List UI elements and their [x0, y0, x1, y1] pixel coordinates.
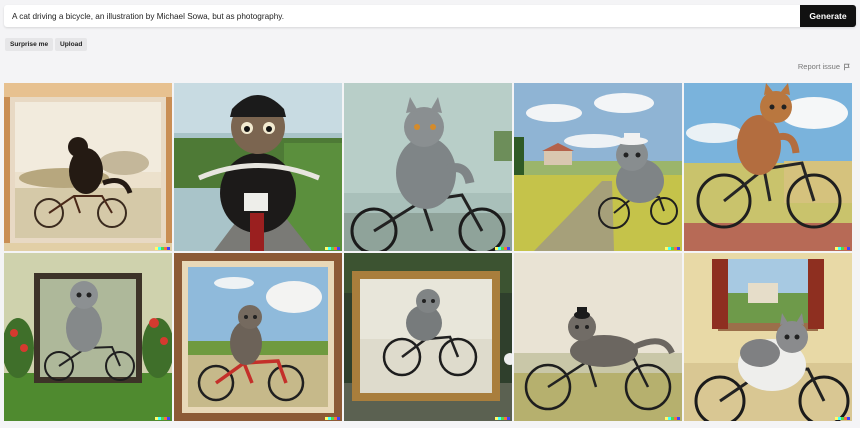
image-grid	[4, 83, 856, 421]
signature-icon	[835, 247, 850, 250]
signature-icon	[495, 247, 510, 250]
image-tile[interactable]	[344, 83, 512, 251]
report-issue-label: Report issue	[797, 62, 840, 71]
image-tile[interactable]	[684, 83, 852, 251]
signature-icon	[835, 417, 850, 420]
image-tile[interactable]	[514, 253, 682, 421]
signature-icon	[665, 247, 680, 250]
generated-image	[684, 253, 852, 421]
signature-icon	[665, 417, 680, 420]
generated-image	[344, 83, 512, 251]
generated-image	[4, 83, 172, 251]
generated-image	[4, 253, 172, 421]
generated-image	[514, 83, 682, 251]
upload-button[interactable]: Upload	[55, 38, 88, 51]
image-tile[interactable]	[344, 253, 512, 421]
image-tile[interactable]	[174, 83, 342, 251]
generated-image	[344, 253, 512, 421]
flag-icon	[844, 63, 850, 70]
image-tile[interactable]	[4, 253, 172, 421]
prompt-bar[interactable]: A cat driving a bicycle, an illustration…	[4, 5, 856, 27]
generated-image	[514, 253, 682, 421]
image-tile[interactable]	[4, 83, 172, 251]
signature-icon	[155, 247, 170, 250]
image-tile[interactable]	[174, 253, 342, 421]
signature-icon	[325, 247, 340, 250]
report-issue-link[interactable]: Report issue	[798, 62, 851, 71]
signature-icon	[495, 417, 510, 420]
surprise-me-button[interactable]: Surprise me	[5, 38, 54, 51]
prompt-input[interactable]: A cat driving a bicycle, an illustration…	[4, 12, 800, 21]
generated-image	[174, 83, 342, 251]
generate-button[interactable]: Generate	[800, 5, 856, 27]
generated-image	[174, 253, 342, 421]
image-tile[interactable]	[684, 253, 852, 421]
image-tile[interactable]	[514, 83, 682, 251]
signature-icon	[325, 417, 340, 420]
generated-image	[684, 83, 852, 251]
signature-icon	[155, 417, 170, 420]
